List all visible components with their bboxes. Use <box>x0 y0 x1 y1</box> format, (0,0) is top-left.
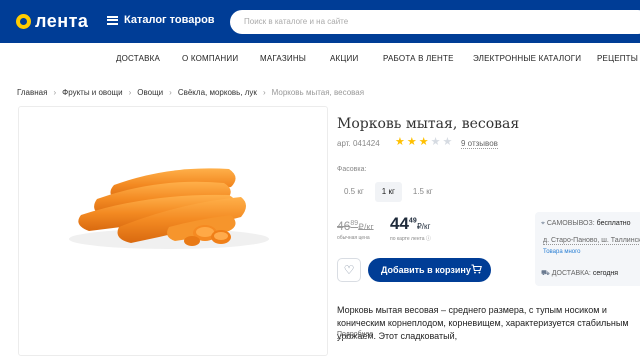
breadcrumb-item-root-veg[interactable]: Свёкла, морковь, лук <box>178 88 257 97</box>
breadcrumb: Главная › Фрукты и овощи › Овощи › Свёкл… <box>17 88 364 97</box>
nav-item-delivery[interactable]: ДОСТАВКА <box>116 54 160 63</box>
header: лента Каталог товаров Поиск в каталоге и… <box>0 0 640 43</box>
nav-item-promos[interactable]: АКЦИИ <box>330 54 358 63</box>
nav-item-careers[interactable]: РАБОТА В ЛЕНТЕ <box>383 54 454 63</box>
star-icon: ★ <box>395 136 405 148</box>
location-pin-icon: ⌖ <box>541 220 545 227</box>
pickup-value: бесплатно <box>596 220 631 227</box>
breadcrumb-separator: › <box>262 88 266 97</box>
card-price-caption: по карте лента ⓘ <box>390 236 431 242</box>
catalog-label: Каталог товаров <box>124 14 215 26</box>
card-price: 4449₽/кг <box>390 214 431 233</box>
search-input[interactable]: Поиск в каталоге и на сайте <box>230 10 640 34</box>
logo-mark-icon <box>16 14 31 29</box>
heart-icon: ♡ <box>343 263 355 277</box>
pack-label: Фасовка: <box>337 166 367 173</box>
star-icon: ★ <box>442 136 453 148</box>
breadcrumb-separator: › <box>169 88 172 97</box>
delivery-value: сегодня <box>592 270 619 277</box>
nav-item-catalogs[interactable]: ЭЛЕКТРОННЫЕ КАТАЛОГИ <box>473 54 581 63</box>
menu-icon <box>107 15 118 25</box>
stock-status: Товара много <box>543 249 581 255</box>
truck-icon: ⛟ <box>541 270 550 277</box>
product-title: Морковь мытая, весовая <box>337 116 520 132</box>
pack-option-1-5[interactable]: 1.5 кг <box>406 182 440 202</box>
nav-item-stores[interactable]: МАГАЗИНЫ <box>260 54 306 63</box>
favorite-button[interactable]: ♡ <box>337 258 361 282</box>
star-icon: ★ <box>406 136 417 148</box>
old-price: 4689₽/кг <box>337 219 374 233</box>
pickup-label: САМОВЫВОЗ: <box>546 220 595 227</box>
product-image <box>69 168 269 249</box>
pack-options: 0.5 кг 1 кг 1.5 кг <box>337 182 440 202</box>
breadcrumb-item-fruits[interactable]: Фрукты и овощи <box>62 88 122 97</box>
nav-item-recipes[interactable]: РЕЦЕПТЫ <box>597 54 638 63</box>
star-icon: ★ <box>418 136 429 148</box>
pack-option-0-5[interactable]: 0.5 кг <box>337 182 371 202</box>
logo-text: лента <box>35 11 89 31</box>
nav-item-about[interactable]: О КОМПАНИИ <box>182 54 238 63</box>
breadcrumb-separator: › <box>53 88 57 97</box>
delivery-label: ДОСТАВКА: <box>551 270 591 277</box>
add-to-cart-button[interactable]: Добавить в корзину <box>368 258 491 282</box>
star-icon: ★ <box>430 136 441 148</box>
delivery-panel: ⌖ САМОВЫВОЗ: бесплатно д. Старо-Паново, … <box>535 212 640 286</box>
more-link[interactable]: Подробнее <box>337 331 374 339</box>
breadcrumb-item-home[interactable]: Главная <box>17 88 47 97</box>
main-nav: ДОСТАВКА О КОМПАНИИ МАГАЗИНЫ АКЦИИ РАБОТ… <box>0 54 640 68</box>
article-number: арт. 041424 <box>337 139 380 148</box>
store-address[interactable]: д. Старо-Паново, ш. Таллинское <box>543 237 640 245</box>
product-description: Морковь мытая весовая – среднего размера… <box>337 305 629 341</box>
breadcrumb-item-vegetables[interactable]: Овощи <box>137 88 163 97</box>
cart-icon <box>471 264 482 274</box>
product-image-panel <box>18 106 328 356</box>
old-price-caption: обычная цена <box>337 235 370 241</box>
breadcrumb-separator: › <box>128 88 132 97</box>
rating-stars: ★ ★ ★ ★ ★ <box>395 137 452 148</box>
add-to-cart-label: Добавить в корзину <box>381 265 471 275</box>
breadcrumb-item-current: Морковь мытая, весовая <box>271 88 365 97</box>
pack-option-1[interactable]: 1 кг <box>374 182 402 202</box>
reviews-link[interactable]: 9 отзывов <box>461 139 498 149</box>
catalog-button[interactable]: Каталог товаров <box>107 14 215 26</box>
logo[interactable]: лента <box>16 11 88 32</box>
